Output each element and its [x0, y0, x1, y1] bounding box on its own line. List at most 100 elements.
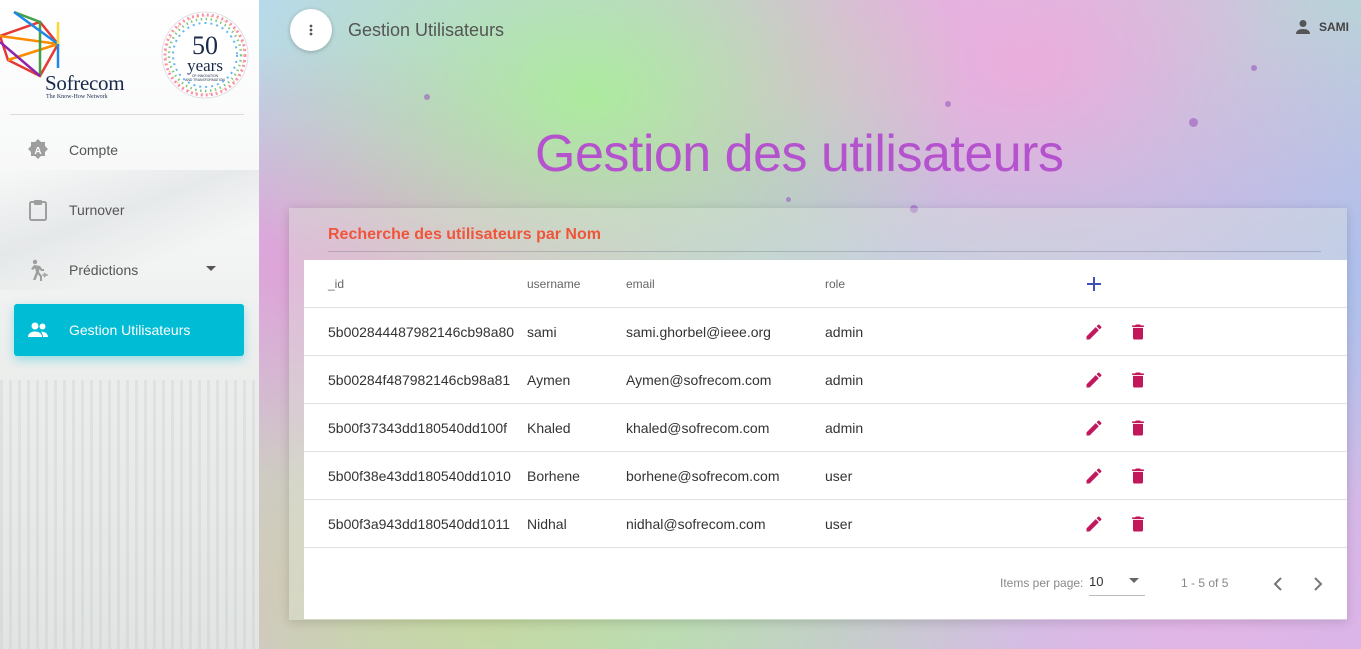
- sidebar-item-label: Turnover: [69, 202, 125, 218]
- users-table: _id username email role 5b00284448798214…: [304, 260, 1347, 619]
- background-dot: [1251, 65, 1257, 71]
- delete-button[interactable]: [1126, 464, 1150, 488]
- page-size-value: 10: [1089, 574, 1104, 589]
- table-row: 5b002844487982146cb98a80 sami sami.ghorb…: [304, 308, 1347, 356]
- row-actions: [1082, 512, 1150, 536]
- chevron-right-icon: [1314, 577, 1323, 591]
- cell-email: nidhal@sofrecom.com: [626, 515, 766, 532]
- row-actions: [1082, 368, 1150, 392]
- table-row: 5b00f38e43dd180540dd1010 Borhene borhene…: [304, 452, 1347, 500]
- table-row: 5b00f37343dd180540dd100f Khaled khaled@s…: [304, 404, 1347, 452]
- user-name: SAMI: [1319, 20, 1349, 34]
- sidebar-item-label: Gestion Utilisateurs: [69, 322, 191, 338]
- edit-button[interactable]: [1082, 464, 1106, 488]
- table-row: 5b00f3a943dd180540dd1011 Nidhal nidhal@s…: [304, 500, 1347, 548]
- previous-page-button[interactable]: [1266, 572, 1290, 596]
- sidebar-item-gestion-utilisateurs[interactable]: Gestion Utilisateurs: [14, 304, 244, 356]
- sidebar-item-compte[interactable]: A Compte: [14, 124, 244, 176]
- cell-id: 5b00f3a943dd180540dd1011: [328, 515, 510, 532]
- clipboard-icon: [26, 198, 50, 222]
- trash-icon: [1132, 372, 1144, 387]
- column-header-role[interactable]: role: [825, 277, 845, 291]
- trash-icon: [1132, 420, 1144, 435]
- cell-role: user: [825, 515, 853, 532]
- edit-button[interactable]: [1082, 368, 1106, 392]
- sidebar-divider: [10, 114, 244, 115]
- table-row: 5b00284f487982146cb98a81 Aymen Aymen@sof…: [304, 356, 1347, 404]
- cell-username: Borhene: [527, 467, 580, 484]
- cell-email: khaled@sofrecom.com: [626, 419, 770, 436]
- anniversary-word: years: [187, 56, 223, 75]
- pencil-icon: [1086, 371, 1102, 387]
- walking-person-icon: [26, 258, 50, 282]
- page-size-select[interactable]: 10: [1089, 568, 1145, 596]
- cell-email: borhene@sofrecom.com: [626, 467, 780, 484]
- cell-username: Khaled: [527, 419, 571, 436]
- anniversary-50-badge: 50 years OF INNOVATION AND TRANSFORMATIO…: [161, 11, 249, 99]
- anniversary-sub-2: AND TRANSFORMATION: [185, 78, 225, 82]
- cell-role: admin: [825, 419, 864, 436]
- topbar-title: Gestion Utilisateurs: [348, 20, 505, 40]
- cell-email: sami.ghorbel@ieee.org: [626, 323, 771, 340]
- sidebar-item-predictions[interactable]: Prédictions: [14, 244, 244, 296]
- account-badge-icon: A: [26, 138, 50, 162]
- cell-role: admin: [825, 323, 864, 340]
- pencil-icon: [1086, 323, 1102, 339]
- delete-button[interactable]: [1126, 512, 1150, 536]
- background-dot: [945, 101, 951, 107]
- group-icon: [26, 318, 50, 342]
- sidebar-item-turnover[interactable]: Turnover: [14, 184, 244, 236]
- background-dot: [786, 197, 791, 202]
- more-vert-icon: [309, 24, 313, 36]
- column-header-username[interactable]: username: [527, 277, 580, 291]
- search-input-underline[interactable]: [328, 251, 1321, 252]
- trash-icon: [1132, 468, 1144, 483]
- cell-id: 5b002844487982146cb98a80: [328, 323, 515, 340]
- delete-button[interactable]: [1126, 320, 1150, 344]
- cell-role: user: [825, 467, 853, 484]
- main-content: Gestion Utilisateurs SAMI Gestion des ut…: [259, 0, 1361, 649]
- cell-id: 5b00f37343dd180540dd100f: [328, 419, 508, 436]
- user-menu[interactable]: SAMI: [1295, 19, 1349, 35]
- pencil-icon: [1086, 467, 1102, 483]
- brand-tagline: The Know-How Network: [46, 94, 108, 100]
- more-menu-button[interactable]: [290, 9, 332, 51]
- search-label: Recherche des utilisateurs par Nom: [328, 226, 601, 243]
- cell-id: 5b00284f487982146cb98a81: [328, 371, 511, 388]
- pencil-icon: [1086, 419, 1102, 435]
- person-icon: [1296, 20, 1310, 34]
- edit-button[interactable]: [1082, 512, 1106, 536]
- column-header-id[interactable]: _id: [328, 277, 344, 291]
- edit-button[interactable]: [1082, 416, 1106, 440]
- plus-icon: [1087, 276, 1101, 291]
- column-header-email[interactable]: email: [626, 277, 655, 291]
- background-dot: [1189, 118, 1198, 127]
- chevron-down-icon: [206, 266, 216, 271]
- svg-text:A: A: [34, 146, 41, 157]
- background-dot: [424, 94, 430, 100]
- chevron-left-icon: [1273, 577, 1282, 591]
- page-title: Gestion des utilisateurs: [535, 125, 1064, 183]
- trash-icon: [1132, 516, 1144, 531]
- table-header-row: _id username email role: [304, 260, 1347, 308]
- add-user-button[interactable]: [1083, 273, 1105, 295]
- cell-username: Aymen: [527, 371, 571, 388]
- sidebar: Sofrecom The Know-How Network 50 years O…: [0, 0, 259, 649]
- delete-button[interactable]: [1126, 416, 1150, 440]
- delete-button[interactable]: [1126, 368, 1150, 392]
- sidebar-item-label: Prédictions: [69, 262, 139, 278]
- chevron-down-icon: [1129, 578, 1139, 583]
- sidebar-item-label: Compte: [69, 142, 119, 158]
- row-actions: [1082, 320, 1150, 344]
- edit-button[interactable]: [1082, 320, 1106, 344]
- cell-username: sami: [527, 323, 557, 340]
- row-actions: [1082, 416, 1150, 440]
- row-actions: [1082, 464, 1150, 488]
- sidebar-nav: A Compte Turnover Prédictions Gestion Ut…: [14, 124, 244, 364]
- cell-role: admin: [825, 371, 864, 388]
- next-page-button[interactable]: [1306, 572, 1330, 596]
- cell-email: Aymen@sofrecom.com: [626, 371, 772, 388]
- pencil-icon: [1086, 515, 1102, 531]
- cell-username: Nidhal: [527, 515, 567, 532]
- page-range-label: 1 - 5 of 5: [1181, 576, 1229, 590]
